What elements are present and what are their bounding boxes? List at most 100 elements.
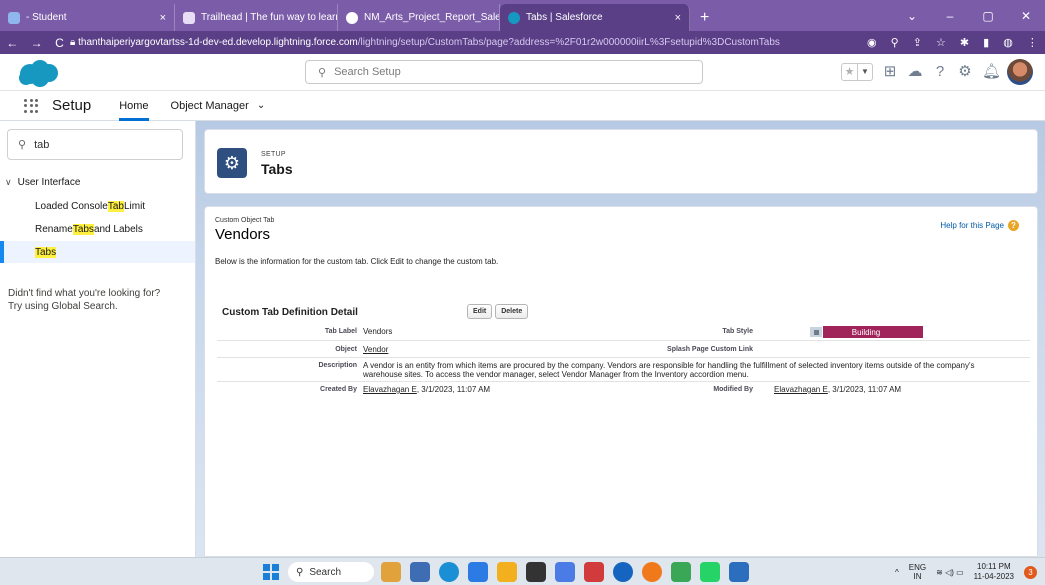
chevron-down-icon[interactable]: ⌄ <box>257 100 265 111</box>
favorites-dropdown-icon[interactable]: ▼ <box>857 64 872 80</box>
taskbar-app-icon[interactable] <box>729 562 749 582</box>
star-icon[interactable]: ☆ <box>936 36 946 49</box>
notifications-bell-icon[interactable]: 🔔︎ <box>982 64 1001 80</box>
taskbar-app-icon[interactable] <box>584 562 604 582</box>
new-tab-button[interactable]: + <box>690 4 719 31</box>
taskbar-app-icon[interactable] <box>613 562 633 582</box>
browser-tab-trailhead[interactable]: Trailhead | The fun way to learn × <box>175 4 338 31</box>
nav-buttons: ← → C <box>0 36 70 50</box>
setup-gear-icon: ⚙ <box>217 148 247 178</box>
record-type-label: Custom Object Tab <box>215 217 275 224</box>
trailhead-guidance-icon[interactable]: ☁ <box>907 64 923 80</box>
salesforce-header: ⚲ Search Setup ★ ▼ ⊞ ☁ ? ⚙ 🔔︎ <box>0 54 1045 90</box>
close-window-icon[interactable]: ✕ <box>1007 9 1045 23</box>
extensions-icon[interactable]: ✱ <box>960 36 969 49</box>
share-icon[interactable]: ⇪ <box>913 36 922 49</box>
browser-tab-report[interactable]: NM_Arts_Project_Report_Salesfor × <box>338 4 500 31</box>
trailhead-favicon-icon <box>183 11 195 24</box>
header-icons: ★ ▼ ⊞ ☁ ? ⚙ 🔔︎ <box>841 58 1033 86</box>
browser-tab-bar: - Student × Trailhead | The fun way to l… <box>0 0 1045 31</box>
tab-home[interactable]: Home <box>119 90 149 121</box>
reload-icon[interactable]: C <box>55 36 64 50</box>
close-tab-icon[interactable]: × <box>667 12 681 24</box>
url-field[interactable]: 🔒︎ thanthaiperiyargovtartss-1d-dev-ed.de… <box>70 37 860 48</box>
salesforce-logo-icon[interactable] <box>16 58 62 88</box>
detail-row-created-modified: Created By Elavazhagan E, 3/1/2023, 11:0… <box>217 383 1030 397</box>
global-actions-icon[interactable]: ⊞ <box>882 64 898 80</box>
field-label: Modified By <box>713 386 753 393</box>
sidebar-group-user-interface[interactable]: ∨ User Interface <box>5 177 80 188</box>
taskbar-app-icon[interactable] <box>497 562 517 582</box>
url-host: thanthaiperiyargovtartss-1d-dev-ed.devel… <box>78 37 358 48</box>
browser-tab-student[interactable]: - Student × <box>0 4 175 31</box>
favorite-star-icon[interactable]: ★ <box>842 64 857 80</box>
taskbar-app-icon[interactable] <box>381 562 401 582</box>
taskbar-app-icon[interactable] <box>468 562 488 582</box>
taskbar-app-icon[interactable] <box>642 562 662 582</box>
menu-icon[interactable]: ⋮ <box>1027 36 1038 49</box>
taskbar-search[interactable]: ⚲ Search <box>288 562 374 582</box>
created-by-user-link[interactable]: Elavazhagan E <box>363 385 417 394</box>
section-title: Custom Tab Definition Detail <box>222 307 358 318</box>
main-area: ⚙ SETUP Tabs Custom Object Tab Vendors H… <box>196 121 1045 557</box>
setup-gear-icon[interactable]: ⚙ <box>957 64 973 80</box>
tab-search-icon[interactable]: ⌄ <box>893 9 931 23</box>
delete-button[interactable]: Delete <box>495 304 529 319</box>
notification-badge[interactable]: 3 <box>1024 565 1037 579</box>
chevron-down-icon: ∨ <box>5 177 12 187</box>
help-icon[interactable]: ? <box>932 64 948 80</box>
tab-object-manager[interactable]: Object Manager ⌄ <box>171 90 266 121</box>
sidebar-item-loaded-console-tab-limit[interactable]: Loaded Console Tab Limit <box>0 195 195 217</box>
close-tab-icon[interactable]: × <box>152 12 166 24</box>
custom-tab-detail-panel: Custom Object Tab Vendors Help for this … <box>204 206 1038 557</box>
taskbar-app-icon[interactable] <box>439 562 459 582</box>
zoom-icon[interactable]: ⚲ <box>891 36 899 49</box>
field-label: Tab Label <box>324 328 357 335</box>
maximize-icon[interactable]: ▢ <box>969 9 1007 23</box>
record-name: Vendors <box>215 226 271 243</box>
tray-overflow-icon[interactable]: ^ <box>895 568 899 577</box>
browser-tab-salesforce[interactable]: Tabs | Salesforce × <box>500 4 690 31</box>
edit-button[interactable]: Edit <box>467 304 493 319</box>
system-tray: ^ ENG IN ≋ ◁) ▭ 10:11 PM 11-04-2023 3 <box>895 561 1037 583</box>
network-sound-battery-icon[interactable]: ≋ ◁) ▭ <box>936 568 964 577</box>
setup-search-input[interactable]: ⚲ Search Setup <box>305 60 703 84</box>
field-label: Splash Page Custom Link <box>667 346 753 353</box>
object-link[interactable]: Vendor <box>363 345 388 354</box>
back-icon[interactable]: ← <box>6 36 18 50</box>
taskbar-app-icon[interactable] <box>671 562 691 582</box>
global-search-hint: Didn't find what you're looking for? Try… <box>8 288 161 312</box>
github-favicon-icon <box>346 11 358 24</box>
field-value: Vendors <box>363 327 393 336</box>
google-icon[interactable]: ◉ <box>867 36 877 49</box>
lock-icon: 🔒︎ <box>70 37 79 48</box>
field-value: Elavazhagan E, 3/1/2023, 11:07 AM <box>363 385 491 394</box>
taskbar-app-icon[interactable] <box>700 562 720 582</box>
url-path: /lightning/setup/CustomTabs/page?address… <box>357 37 780 48</box>
taskbar-app-icon[interactable] <box>555 562 575 582</box>
sidebar-item-tabs[interactable]: Tabs <box>0 241 195 263</box>
taskbar-apps <box>381 562 749 582</box>
detail-row-description: Description A vendor is an entity from w… <box>217 360 1030 382</box>
profile-icon[interactable]: ◍ <box>1003 36 1013 49</box>
app-launcher-icon[interactable] <box>24 98 38 113</box>
favorites-button[interactable]: ★ ▼ <box>841 63 873 81</box>
user-avatar[interactable] <box>1007 59 1033 85</box>
sidebar-icon[interactable]: ▮ <box>983 36 989 49</box>
minimize-icon[interactable]: – <box>931 9 969 23</box>
quick-find-input[interactable]: ⚲ tab <box>7 129 183 160</box>
taskbar-app-icon[interactable] <box>526 562 546 582</box>
windows-start-icon[interactable] <box>263 564 279 580</box>
language-indicator[interactable]: ENG IN <box>909 563 926 581</box>
help-for-this-page-link[interactable]: Help for this Page ? <box>940 220 1019 231</box>
field-value: A vendor is an entity from which items a… <box>363 361 975 379</box>
setup-app-title: Setup <box>52 97 92 114</box>
sidebar-item-rename-tabs-and-labels[interactable]: Rename Tabs and Labels <box>0 218 195 240</box>
field-label: Created By <box>320 386 357 393</box>
field-value: Elavazhagan E, 3/1/2023, 11:07 AM <box>774 385 902 394</box>
clock[interactable]: 10:11 PM 11-04-2023 <box>974 562 1014 582</box>
modified-by-user-link[interactable]: Elavazhagan E <box>774 385 828 394</box>
taskbar-app-icon[interactable] <box>410 562 430 582</box>
forward-icon[interactable]: → <box>31 36 43 50</box>
salesforce-favicon-icon <box>508 11 520 24</box>
